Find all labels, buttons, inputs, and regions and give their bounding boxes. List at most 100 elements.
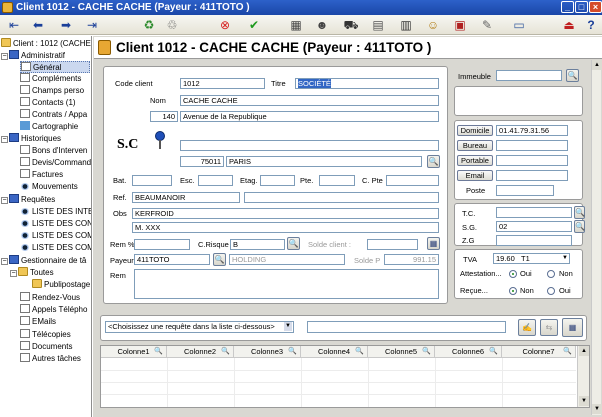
recue-oui-radio[interactable]	[547, 287, 555, 295]
film-icon[interactable]: ▥	[398, 17, 414, 33]
postal-code-field[interactable]: 75011	[180, 156, 224, 167]
attestation-non-radio[interactable]	[547, 270, 555, 278]
email-button[interactable]: Email	[457, 170, 493, 181]
tree-item-requete[interactable]: LISTE DES COMA	[20, 242, 91, 254]
last-arrow-icon[interactable]: ⇥	[84, 17, 100, 33]
immeuble-field[interactable]	[496, 70, 562, 81]
document-icon[interactable]: ▤	[370, 17, 386, 33]
tree-item-rendez-vous[interactable]: Rendez-Vous	[20, 292, 80, 304]
close-button[interactable]: ×	[589, 1, 602, 13]
train-icon[interactable]: ⛟	[343, 17, 359, 33]
search-button[interactable]: 🔍	[427, 155, 440, 168]
minimize-button[interactable]: _	[561, 1, 574, 13]
esc-field[interactable]	[198, 175, 233, 186]
tree-item-bons[interactable]: Bons d'Interven	[20, 145, 87, 157]
grid-column-header[interactable]: Colonne4 🔍	[301, 346, 368, 357]
city-field[interactable]: PARIS	[226, 156, 422, 167]
tree-section-requetes[interactable]: − Requêtes	[1, 194, 55, 206]
address2-field[interactable]	[180, 140, 439, 151]
delete-icon[interactable]: ⊗	[217, 17, 233, 33]
bat-field[interactable]	[132, 175, 172, 186]
grid-scrollbar[interactable]: ▲ ▼	[577, 346, 589, 407]
tree-item-requete[interactable]: LISTE DES CONT	[20, 218, 91, 230]
immeuble-search-button[interactable]: 🔍	[566, 69, 579, 82]
exit-icon[interactable]: ⏏	[561, 17, 577, 33]
tree-item-cartographie[interactable]: Cartographie	[20, 121, 78, 133]
tree-item-contacts[interactable]: Contacts (1)	[20, 97, 76, 109]
payeur-search-button[interactable]: 🔍	[213, 253, 226, 266]
tree-item-documents[interactable]: Documents	[20, 341, 72, 353]
tree-item-mouvements[interactable]: Mouvements	[20, 181, 78, 193]
code-client-field[interactable]: 1012	[180, 78, 265, 89]
grid-column-header[interactable]: Colonne3 🔍	[234, 346, 301, 357]
tc-search-button[interactable]: 🔍	[574, 206, 585, 219]
user-icon[interactable]: ☻	[314, 17, 330, 33]
scroll-up-icon[interactable]: ▲	[592, 60, 602, 70]
zg-field[interactable]	[496, 235, 572, 246]
notes-icon[interactable]: ✎	[479, 17, 495, 33]
street-number-field[interactable]: 140	[150, 111, 178, 122]
grid-column-header[interactable]: Colonne2 🔍	[167, 346, 234, 357]
bureau-field[interactable]	[496, 140, 568, 151]
scroll-up-icon[interactable]: ▲	[579, 346, 589, 356]
rem-textarea[interactable]	[134, 269, 439, 299]
tc-field[interactable]	[496, 207, 572, 218]
tree-item-publipostage[interactable]: Publipostage	[32, 279, 90, 291]
tree-item-devis[interactable]: Devis/Command	[20, 157, 91, 169]
domicile-field[interactable]: 01.41.79.31.56	[496, 125, 568, 136]
tree-section-historiques[interactable]: − Historiques	[1, 133, 61, 145]
obs-line2-field[interactable]: M. XXX	[132, 222, 439, 233]
recycle-icon[interactable]: ♻	[141, 17, 157, 33]
edit-query-button[interactable]: ✍	[518, 319, 536, 336]
grid-icon[interactable]: ▦	[288, 17, 304, 33]
tva-select[interactable]: 19.60 T1 ▼	[493, 253, 570, 264]
recycle-alt-icon[interactable]: ♲	[164, 17, 180, 33]
nom-field[interactable]: CACHE CACHE	[180, 95, 439, 106]
email-field[interactable]	[496, 170, 568, 181]
etag-field[interactable]	[260, 175, 295, 186]
ref-field[interactable]: BEAUMANOIR	[132, 192, 240, 203]
crisque-search-button[interactable]: 🔍	[287, 237, 300, 250]
pte-field[interactable]	[319, 175, 355, 186]
grid-column-header[interactable]: Colonne5 🔍	[368, 346, 435, 357]
bureau-button[interactable]: Bureau	[457, 140, 493, 151]
query-select[interactable]: <Choisissez une requête dans la liste ci…	[105, 321, 294, 333]
tree-item-requete[interactable]: LISTE DES INTEF	[20, 206, 91, 218]
main-scrollbar[interactable]: ▲ ▼	[591, 60, 602, 415]
query-filter-field[interactable]	[307, 321, 506, 333]
cpte-field[interactable]	[386, 175, 439, 186]
tree-item-emails[interactable]: EMails	[20, 316, 56, 328]
tree-item-appels[interactable]: Appels Télépho	[20, 304, 87, 316]
sg-field[interactable]: 02	[496, 221, 572, 232]
prev-arrow-icon[interactable]: ⬅	[30, 17, 46, 33]
tree-item-contrats[interactable]: Contrats / Appa	[20, 109, 87, 121]
tree-item-telecopies[interactable]: Télécopies	[20, 329, 71, 341]
portable-button[interactable]: Portable	[457, 155, 493, 166]
tree-root[interactable]: Client : 1012 (CACHE C	[1, 38, 91, 50]
help-icon[interactable]: ?	[583, 17, 599, 33]
grid-column-header[interactable]: Colonne1 🔍	[101, 346, 167, 357]
tree-item-toutes[interactable]: − Toutes	[10, 267, 54, 279]
titre-field[interactable]: SOCIÉTÉ	[295, 78, 439, 89]
export-grid-button[interactable]: ▦	[562, 318, 583, 337]
first-arrow-icon[interactable]: ⇤	[6, 17, 22, 33]
tree-section-taches[interactable]: − Gestionnaire de tâ	[1, 255, 86, 267]
profile-icon[interactable]: ☺	[425, 17, 441, 33]
sg-search-button[interactable]: 🔍	[574, 220, 585, 233]
street-field[interactable]: Avenue de la Republique	[180, 111, 439, 122]
poste-field[interactable]	[496, 185, 554, 196]
scroll-down-icon[interactable]: ▼	[579, 396, 589, 406]
map-pin-icon[interactable]	[155, 131, 165, 149]
obs-line1-field[interactable]: KERFROID	[132, 208, 439, 219]
attestation-oui-radio[interactable]	[509, 270, 517, 278]
grid-column-header[interactable]: Colonne7 🔍	[502, 346, 576, 357]
scroll-down-icon[interactable]: ▼	[592, 404, 602, 414]
calculator-button[interactable]: ▦	[427, 237, 440, 250]
tree-item-autres[interactable]: Autres tâches	[20, 353, 81, 365]
recue-non-radio[interactable]	[509, 287, 517, 295]
grid-column-header[interactable]: Colonne6 🔍	[435, 346, 502, 357]
portable-field[interactable]	[496, 155, 568, 166]
rem-pct-field[interactable]	[134, 239, 190, 250]
tree-item-requete[interactable]: LISTE DES COMA	[20, 230, 91, 242]
tree-item-factures[interactable]: Factures	[20, 169, 63, 181]
